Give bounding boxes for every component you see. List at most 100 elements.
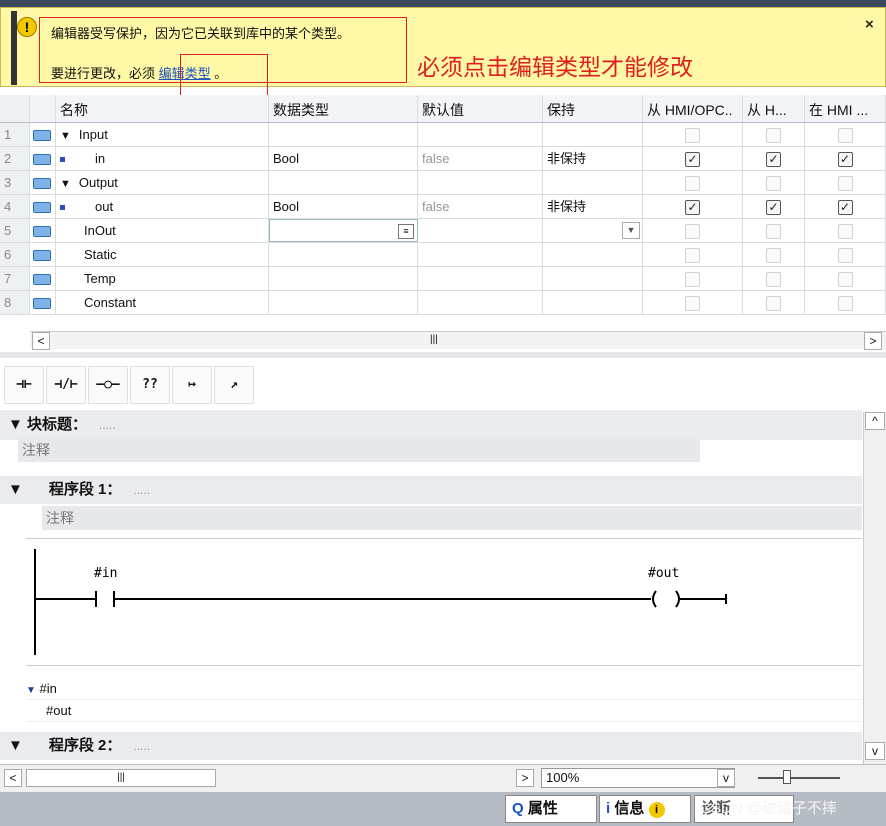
var-name[interactable]: Static — [56, 243, 269, 266]
data-type[interactable] — [269, 267, 418, 290]
checkbox[interactable] — [837, 296, 853, 312]
col-hmi-visible[interactable]: 在 HMI ... — [805, 95, 886, 122]
scroll-left-icon[interactable]: < — [32, 332, 50, 350]
table-hscrollbar[interactable]: < ||| > — [30, 331, 886, 350]
checkbox[interactable] — [837, 176, 853, 192]
tab-properties[interactable]: Q 属性 — [505, 795, 597, 823]
data-type[interactable]: ≡ — [269, 219, 418, 242]
retain[interactable] — [543, 267, 643, 290]
data-type[interactable] — [269, 243, 418, 266]
checkbox[interactable] — [837, 224, 853, 240]
checkbox[interactable] — [837, 248, 853, 264]
checkbox[interactable]: ✓ — [837, 152, 853, 168]
table-row[interactable]: 7 Temp — [0, 267, 886, 291]
scroll-thumb[interactable]: ||| — [26, 769, 216, 787]
chevron-down-icon[interactable]: v — [717, 769, 735, 787]
zoom-slider[interactable] — [758, 777, 840, 779]
default-value[interactable]: false — [418, 195, 543, 218]
chevron-down-icon[interactable]: ▼ — [622, 222, 640, 239]
var-name[interactable]: InOut — [56, 219, 269, 242]
var-name[interactable]: ▼ Output — [56, 171, 269, 194]
checkbox[interactable]: ✓ — [685, 152, 700, 168]
var-name[interactable]: in — [56, 147, 269, 170]
scroll-up-icon[interactable]: ^ — [865, 412, 885, 430]
scroll-left-icon[interactable]: < — [4, 769, 22, 787]
var-name[interactable]: out — [56, 195, 269, 218]
default-value[interactable] — [418, 243, 543, 266]
data-type[interactable]: Bool — [269, 195, 418, 218]
table-row[interactable]: 4 out Bool false 非保持 ✓ ✓ ✓ — [0, 195, 886, 219]
type-browse-icon[interactable]: ≡ — [398, 224, 414, 239]
checkbox[interactable]: ✓ — [766, 200, 781, 216]
checkbox[interactable]: ✓ — [766, 152, 781, 168]
block-comment[interactable]: 注释 — [18, 438, 700, 462]
checkbox[interactable] — [766, 272, 781, 288]
expand-icon[interactable]: ▼ — [60, 172, 71, 194]
col-datatype[interactable]: 数据类型 — [269, 95, 418, 122]
default-value[interactable] — [418, 123, 543, 146]
no-contact-button[interactable]: ⊣⊢ — [4, 366, 44, 404]
retain[interactable]: ▼ — [543, 219, 643, 242]
col-retain[interactable]: 保持 — [543, 95, 643, 122]
checkbox[interactable] — [685, 224, 700, 240]
checkbox[interactable] — [685, 272, 700, 288]
pane-splitter[interactable] — [0, 352, 886, 358]
checkbox[interactable] — [685, 128, 700, 144]
retain[interactable] — [543, 291, 643, 314]
zoom-slider-thumb[interactable] — [783, 770, 791, 784]
var-name[interactable]: ▼ Input — [56, 123, 269, 146]
checkbox[interactable] — [685, 248, 700, 264]
checkbox[interactable] — [766, 128, 781, 144]
default-value[interactable] — [418, 291, 543, 314]
var-name[interactable]: Constant — [56, 291, 269, 314]
close-icon[interactable]: × — [865, 16, 874, 33]
network-1-header[interactable]: ▼ 程序段 1：..... — [0, 476, 862, 504]
data-type[interactable] — [269, 171, 418, 194]
tab-info[interactable]: i 信息 i — [599, 795, 691, 823]
checkbox[interactable] — [766, 248, 781, 264]
default-value[interactable] — [418, 219, 543, 242]
scroll-right-icon[interactable]: > — [516, 769, 534, 787]
editor-vscrollbar[interactable]: ^ v — [863, 412, 886, 764]
coil-label[interactable]: #out — [648, 566, 679, 581]
default-value[interactable] — [418, 267, 543, 290]
checkbox[interactable]: ✓ — [685, 200, 700, 216]
checkbox[interactable] — [685, 296, 700, 312]
checkbox[interactable] — [837, 272, 853, 288]
col-hmi-opc[interactable]: 从 HMI/OPC.. — [643, 95, 743, 122]
checkbox[interactable]: ✓ — [837, 200, 853, 216]
network-1-comment[interactable]: 注释 — [42, 506, 862, 530]
expand-icon[interactable]: ▼ — [60, 124, 71, 146]
scroll-down-icon[interactable]: v — [865, 742, 885, 760]
coil-button[interactable]: –○– — [88, 366, 128, 404]
checkbox[interactable] — [837, 128, 853, 144]
table-row[interactable]: 5 InOut ≡ ▼ — [0, 219, 886, 243]
retain[interactable] — [543, 123, 643, 146]
scroll-right-icon[interactable]: > — [864, 332, 882, 350]
nc-contact-button[interactable]: ⊣/⊢ — [46, 366, 86, 404]
data-type[interactable]: Bool — [269, 147, 418, 170]
table-row[interactable]: 6 Static — [0, 243, 886, 267]
checkbox[interactable] — [766, 296, 781, 312]
col-name[interactable]: 名称 — [56, 95, 269, 122]
contact-label[interactable]: #in — [94, 566, 117, 581]
data-type[interactable] — [269, 123, 418, 146]
col-default[interactable]: 默认值 — [418, 95, 543, 122]
default-value[interactable] — [418, 171, 543, 194]
data-type[interactable] — [269, 291, 418, 314]
table-row[interactable]: 1 ▼ Input — [0, 123, 886, 147]
table-row[interactable]: 2 in Bool false 非保持 ✓ ✓ ✓ — [0, 147, 886, 171]
network-2-header[interactable]: ▼ 程序段 2：..... — [0, 732, 862, 760]
checkbox[interactable] — [685, 176, 700, 192]
retain[interactable]: 非保持 — [543, 147, 643, 170]
close-branch-button[interactable]: ↗ — [214, 366, 254, 404]
open-branch-button[interactable]: ↦ — [172, 366, 212, 404]
default-value[interactable]: false — [418, 147, 543, 170]
retain[interactable]: 非保持 — [543, 195, 643, 218]
table-row[interactable]: 8 Constant — [0, 291, 886, 315]
checkbox[interactable] — [766, 224, 781, 240]
retain[interactable] — [543, 243, 643, 266]
zoom-select[interactable]: 100% — [541, 768, 735, 788]
empty-box-button[interactable]: ?? — [130, 366, 170, 404]
block-title[interactable]: ▼ 块标题：..... — [0, 410, 862, 440]
